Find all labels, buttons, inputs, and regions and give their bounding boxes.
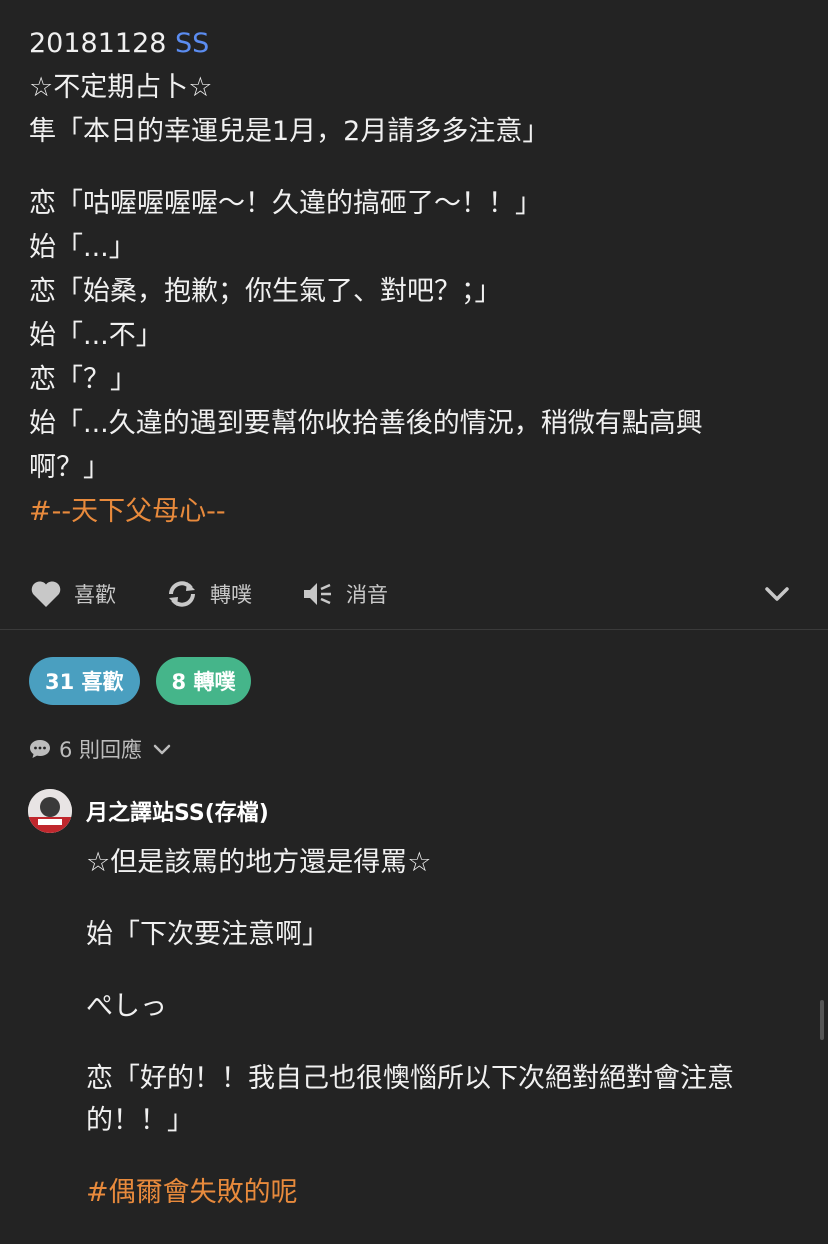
reply-paragraph: ぺしっ bbox=[86, 991, 167, 1022]
avatar-image bbox=[28, 789, 72, 833]
post-actions: 喜歡 轉噗 消音 bbox=[30, 572, 795, 616]
replurk-icon bbox=[169, 581, 195, 607]
replurks-count-badge[interactable]: 8 轉噗 bbox=[155, 657, 252, 705]
reply-hashtag[interactable]: #偶爾會失敗的呢 bbox=[86, 1172, 796, 1214]
mute-label: 消音 bbox=[346, 583, 388, 607]
reply-paragraph: ☆但是該罵的地方還是得罵☆ bbox=[86, 847, 432, 878]
responses-count: 6 則回應 bbox=[59, 738, 143, 762]
chevron-down-icon[interactable] bbox=[763, 580, 791, 608]
post-hashtag[interactable]: #--天下父母心-- bbox=[29, 490, 799, 534]
section-divider bbox=[0, 629, 828, 630]
post-link-ss[interactable]: SS bbox=[175, 28, 209, 59]
like-label: 喜歡 bbox=[74, 583, 116, 607]
post-line: 恋「？」 bbox=[29, 364, 137, 395]
reply-username[interactable]: 月之譯站SS(存檔) bbox=[86, 795, 269, 827]
like-button[interactable]: 喜歡 bbox=[30, 579, 116, 609]
post-line: 始「...不」 bbox=[29, 320, 163, 351]
responses-toggle[interactable]: 6 則回應 bbox=[29, 734, 180, 764]
post-line: 始「...久違的遇到要幫你收拾善後的情況，稍微有點高興 bbox=[29, 408, 703, 439]
heart-icon bbox=[31, 581, 61, 607]
stats-badges: 31 喜歡 8 轉噗 bbox=[29, 657, 267, 705]
reply-paragraph: 始「下次要注意啊」 bbox=[86, 919, 329, 950]
scrollbar[interactable] bbox=[820, 1000, 824, 1040]
speaker-mute-icon bbox=[304, 583, 331, 605]
post-header-line: 20181128 SS bbox=[29, 22, 799, 66]
chevron-down-icon bbox=[153, 744, 171, 755]
post-line: 恋「始桑，抱歉；你生氣了、對吧？；」 bbox=[29, 276, 502, 307]
mute-button[interactable]: 消音 bbox=[302, 579, 388, 609]
post-line: 啊？」 bbox=[29, 452, 110, 483]
plurk-post: 20181128 SS ☆不定期占卜☆ 隼「本日的幸運兒是1月，2月請多多注意」… bbox=[29, 22, 799, 534]
speech-bubble-icon bbox=[30, 740, 50, 758]
replurk-label: 轉噗 bbox=[210, 583, 252, 607]
post-line: 隼「本日的幸運兒是1月，2月請多多注意」 bbox=[29, 116, 550, 147]
post-line: 恋「咕喔喔喔喔～！久違的搞砸了～！！」 bbox=[29, 188, 542, 219]
post-line: 始「...」 bbox=[29, 232, 136, 263]
likes-count-badge[interactable]: 31 喜歡 bbox=[29, 657, 140, 705]
reply-content: ☆但是該罵的地方還是得罵☆ 始「下次要注意啊」 ぺしっ 恋「好的！！我自己也很懊… bbox=[86, 842, 796, 1244]
avatar[interactable] bbox=[28, 789, 72, 833]
replurk-button[interactable]: 轉噗 bbox=[166, 579, 252, 609]
post-date: 20181128 bbox=[29, 28, 167, 59]
reply-paragraph: 恋「好的！！我自己也很懊惱所以下次絕對絕對會注意的！！」 bbox=[86, 1063, 734, 1136]
post-line: ☆不定期占卜☆ bbox=[29, 72, 213, 103]
